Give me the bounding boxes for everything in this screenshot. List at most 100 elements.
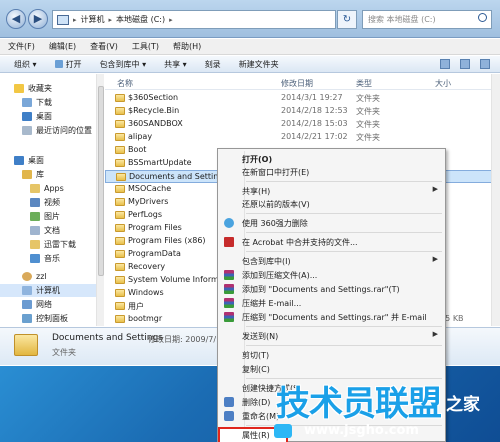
shield-icon	[224, 411, 234, 421]
menu-separator	[246, 251, 442, 252]
file-row[interactable]: $360Section 2014/3/1 19:27 文件夹	[105, 92, 500, 105]
star-icon	[14, 84, 24, 93]
nav-scrollbar-thumb[interactable]	[98, 86, 104, 276]
winrar-icon	[224, 312, 234, 322]
menu-item-acrobat[interactable]: 在 Acrobat 中合并支持的文件...	[220, 236, 444, 249]
forward-button[interactable]: ▶	[28, 9, 48, 29]
video-icon	[30, 198, 40, 207]
file-name: BSSmartUpdate	[128, 158, 192, 167]
winrar-icon	[224, 284, 234, 294]
nav-network[interactable]: 网络	[22, 298, 52, 311]
back-button[interactable]: ◀	[6, 9, 26, 29]
nav-computer[interactable]: 计算机	[0, 284, 96, 297]
folder-icon	[115, 146, 125, 154]
folder-icon	[115, 263, 125, 271]
nav-recent[interactable]: 最近访问的位置	[22, 124, 92, 137]
menu-item-add-archive[interactable]: 添加到压缩文件(A)...	[220, 269, 444, 282]
column-name[interactable]: 名称	[117, 78, 133, 89]
title-bar: ◀ ▶ ▸ 计算机 ▸ 本地磁盘 (C:) ▸ ↻ 搜索 本地磁盘 (C:)	[0, 0, 500, 38]
acrobat-icon	[224, 237, 234, 247]
winrar-icon	[224, 298, 234, 308]
menu-item-include-library[interactable]: 包含到库中(I) ▶	[220, 255, 444, 268]
nav-videos[interactable]: 视频	[30, 196, 60, 209]
chevron-right-icon: ▸	[169, 15, 173, 24]
file-name: alipay	[128, 132, 153, 141]
open-button[interactable]: 打开	[54, 59, 82, 70]
menu-separator	[246, 213, 442, 214]
nav-thunder[interactable]: 迅雷下载	[30, 238, 76, 251]
nav-favorites[interactable]: 收藏夹	[14, 82, 52, 95]
desktop-icon	[14, 156, 24, 165]
include-in-library-button[interactable]: 包含到库中 ▾	[100, 59, 147, 70]
search-icon	[478, 13, 487, 22]
menu-item-copy[interactable]: 复制(C)	[220, 363, 444, 376]
menu-item-360-force-delete[interactable]: 使用 360强力删除	[220, 217, 444, 230]
folder-icon	[115, 133, 125, 141]
file-date: 2014/2/18 12:53	[281, 106, 348, 115]
column-header: 名称 修改日期 类型 大小	[105, 74, 500, 90]
submenu-arrow-icon: ▶	[432, 330, 438, 338]
user-icon	[22, 272, 32, 281]
menu-item-cut[interactable]: 剪切(T)	[220, 349, 444, 362]
refresh-button[interactable]: ↻	[337, 10, 357, 29]
file-name: MyDrivers	[128, 197, 169, 206]
organize-button[interactable]: 组织 ▾	[14, 59, 37, 70]
share-button[interactable]: 共享 ▾	[164, 59, 187, 70]
menu-edit[interactable]: 编辑(E)	[49, 41, 76, 52]
file-date: 2014/2/21 17:02	[281, 132, 348, 141]
nav-desktop[interactable]: 桌面	[14, 154, 44, 167]
nav-documents[interactable]: 文档	[30, 224, 60, 237]
menu-bar: 文件(F) 编辑(E) 查看(V) 工具(T) 帮助(H)	[0, 39, 500, 55]
watermark: 技术员联盟 之家 www.jsgho.com	[274, 376, 500, 442]
menu-item-share[interactable]: 共享(H) ▶	[220, 185, 444, 198]
menu-separator	[246, 181, 442, 182]
nav-music[interactable]: 音乐	[30, 252, 60, 265]
nav-apps[interactable]: Apps	[30, 182, 64, 195]
column-date[interactable]: 修改日期	[281, 78, 313, 89]
address-bar[interactable]: ▸ 计算机 ▸ 本地磁盘 (C:) ▸	[52, 10, 336, 29]
details-date: 修改日期: 2009/7/1	[148, 335, 222, 344]
chevron-right-icon: ▸	[73, 15, 77, 24]
menu-view[interactable]: 查看(V)	[90, 41, 118, 52]
folder-icon	[115, 198, 125, 206]
preview-pane-icon[interactable]	[460, 59, 470, 69]
menu-item-send-to[interactable]: 发送到(N) ▶	[220, 330, 444, 343]
nav-zzl[interactable]: zzl	[22, 270, 47, 283]
menu-item-rar-email[interactable]: 压缩到 "Documents and Settings.rar" 并 E-mai…	[220, 311, 444, 324]
nav-libraries[interactable]: 库	[22, 168, 44, 181]
file-list-scrollbar[interactable]	[491, 74, 500, 326]
file-type: 文件夹	[356, 133, 380, 142]
file-row[interactable]: $Recycle.Bin 2014/2/18 12:53 文件夹	[105, 105, 500, 118]
nav-control-panel[interactable]: 控制面板	[22, 312, 68, 325]
file-row[interactable]: 360SANDBOX 2014/2/18 15:03 文件夹	[105, 118, 500, 131]
new-folder-button[interactable]: 新建文件夹	[239, 59, 279, 70]
breadcrumb-drive-c[interactable]: 本地磁盘 (C:)	[116, 14, 165, 25]
view-options-icon[interactable]	[440, 59, 450, 69]
menu-item-open-new-window[interactable]: 在新窗口中打开(E)	[220, 166, 444, 179]
file-name: MSOCache	[128, 184, 172, 193]
file-date: 2014/2/18 15:03	[281, 119, 348, 128]
menu-file[interactable]: 文件(F)	[8, 41, 35, 52]
menu-tools[interactable]: 工具(T)	[132, 41, 159, 52]
search-input[interactable]: 搜索 本地磁盘 (C:)	[362, 10, 492, 29]
nav-downloads[interactable]: 下载	[22, 96, 52, 109]
help-icon[interactable]	[480, 59, 490, 69]
menu-help[interactable]: 帮助(H)	[173, 41, 201, 52]
column-size[interactable]: 大小	[435, 78, 451, 89]
breadcrumb-computer[interactable]: 计算机	[81, 14, 105, 25]
burn-button[interactable]: 刻录	[205, 59, 221, 70]
menu-item-restore[interactable]: 还原以前的版本(V)	[220, 198, 444, 211]
file-name: Recovery	[128, 262, 166, 271]
nav-pictures[interactable]: 图片	[30, 210, 60, 223]
column-type[interactable]: 类型	[356, 78, 372, 89]
file-name: 360SANDBOX	[128, 119, 183, 128]
menu-item-zip-email[interactable]: 压缩并 E-mail...	[220, 297, 444, 310]
nav-desktop-fav[interactable]: 桌面	[22, 110, 52, 123]
file-row[interactable]: alipay 2014/2/21 17:02 文件夹	[105, 131, 500, 144]
nav-scrollbar[interactable]	[96, 74, 104, 326]
folder-icon	[115, 159, 125, 167]
details-name: Documents and Settings	[52, 333, 163, 343]
folder-icon	[115, 302, 125, 310]
menu-item-add-rar[interactable]: 添加到 "Documents and Settings.rar"(T)	[220, 283, 444, 296]
menu-item-open[interactable]: 打开(O)	[220, 153, 444, 166]
